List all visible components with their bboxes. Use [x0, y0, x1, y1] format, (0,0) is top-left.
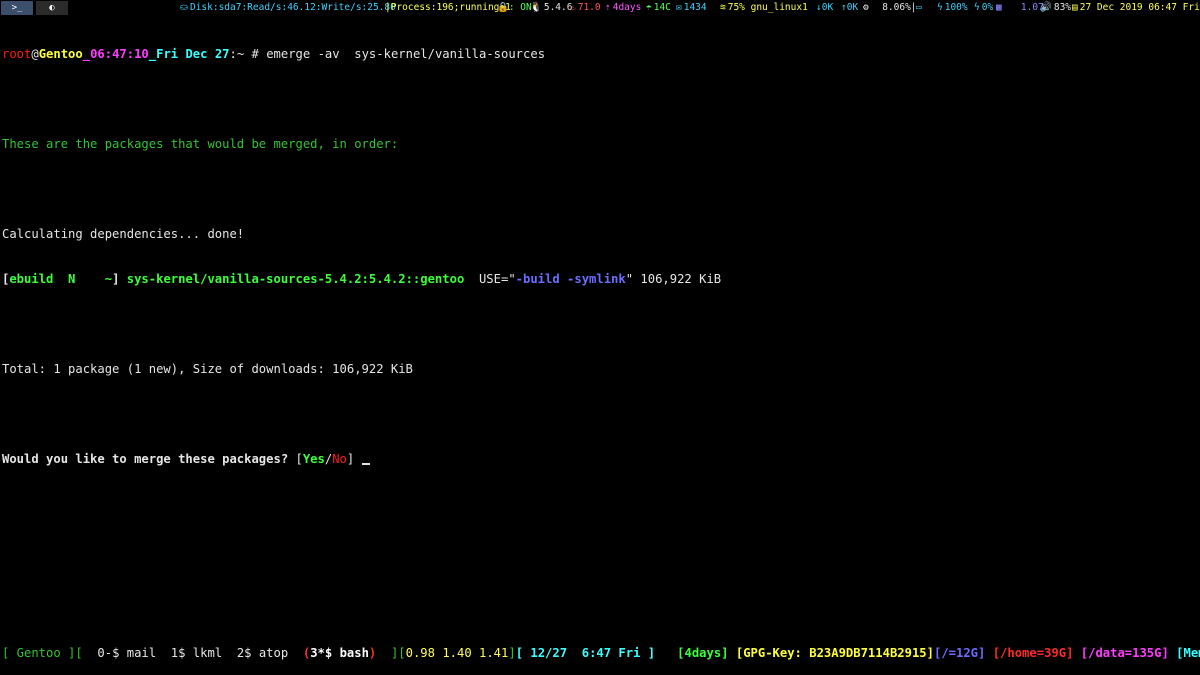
- answer-bracket-open: [: [295, 452, 303, 466]
- cpu-text: 8.06%: [882, 2, 911, 13]
- net-down-widget: ↓0K: [816, 0, 833, 16]
- package-line: [ebuild N ~] sys-kernel/vanilla-sources-…: [2, 272, 1198, 287]
- load-sep-close: ]: [508, 646, 516, 660]
- clock-widget: ▤ 27 Dec 2019 06:47 Fri: [1072, 0, 1200, 16]
- lightning-icon: ϟ: [974, 2, 980, 13]
- chip-icon: ▩: [996, 2, 1002, 13]
- shell-prompt-line: root@Gentoo_06:47:10_Fri Dec 27:~ # emer…: [2, 47, 1198, 62]
- mail-widget: ✉ 1434: [676, 0, 707, 16]
- flame-icon: ♨: [570, 2, 576, 13]
- prompt-command: emerge -av sys-kernel/vanilla-sources: [266, 47, 546, 61]
- calculating-line: Calculating dependencies... done!: [2, 227, 245, 241]
- window-tab-lkml[interactable]: 1$ lkml: [171, 646, 237, 660]
- merge-header: These are the packages that would be mer…: [2, 137, 399, 151]
- uptime-widget: ⇡ 4days: [605, 0, 641, 16]
- total-line: Total: 1 package (1 new), Size of downlo…: [2, 362, 413, 376]
- mem-block: [Mem:4.6G]: [1176, 646, 1200, 660]
- gpg-key-block: [GPG-Key: B23A9DB7114B2915]: [735, 646, 934, 660]
- top-status-bar: >_ ◐ ⛀ Disk:sda7:Read/s:46.12:Write/s:25.…: [0, 0, 1200, 16]
- uptime-text: 4days: [612, 2, 642, 13]
- question-text: Would you like to merge these packages?: [2, 452, 296, 466]
- browser-icon: ◐: [49, 3, 55, 13]
- battery-level-widget: ϟ 100%: [937, 0, 968, 16]
- prompt-time: _06:47:10: [82, 47, 149, 61]
- linux-icon: 🐧: [530, 2, 542, 13]
- answer-no[interactable]: No: [332, 452, 347, 466]
- package-use-flags: -build -symlink: [515, 272, 626, 286]
- weather-widget: ☂ 14C: [646, 0, 671, 16]
- weather-text: 14C: [653, 2, 671, 13]
- prompt-user: root: [2, 47, 32, 61]
- datetime-text: 27 Dec 2019 06:47 Fri: [1079, 2, 1200, 13]
- load-avg-1: 0.98: [405, 646, 435, 660]
- kernel-widget: 🐧 5.4.6: [530, 0, 572, 16]
- home-fs-block: [/home=39G]: [992, 646, 1074, 660]
- arrow-up-icon: ⇡: [605, 2, 611, 13]
- mail-icon: ✉: [676, 2, 682, 13]
- wifi-widget: ≋ 75% gnu_linux1: [720, 0, 808, 16]
- load-avg-rest: 1.40 1.41: [434, 646, 509, 660]
- package-atom: sys-kernel/vanilla-sources-5.4.2:5.4.2::…: [119, 272, 465, 286]
- answer-yes[interactable]: Yes: [303, 452, 325, 466]
- workspace-tag-terminal[interactable]: >_: [1, 1, 33, 15]
- wifi-icon: ≋: [720, 2, 726, 13]
- volume-widget: 🔊 83%: [1040, 0, 1071, 16]
- gear-icon: ⚙: [863, 2, 869, 13]
- vpn-text: : ON: [508, 2, 532, 13]
- charge-text: 0%: [981, 2, 994, 13]
- uptime-bracket-text: [4days]: [677, 646, 729, 660]
- disk-icon: ⛀: [180, 2, 188, 13]
- temperature-widget: ♨ 71.0: [570, 0, 601, 16]
- window-tab-bash[interactable]: 3*$ bash: [310, 646, 369, 660]
- date-block: [ 12/27 6:47 Fri ]: [515, 646, 656, 660]
- kernel-text: 5.4.6: [543, 2, 573, 13]
- prompt-host: Gentoo: [38, 47, 83, 61]
- battery-icon: ▭: [916, 2, 922, 13]
- load-sep-open: ][: [376, 646, 406, 660]
- package-use-suffix: " 106,922 KiB: [625, 272, 722, 286]
- package-use-prefix: USE=": [464, 272, 516, 286]
- package-kind: ebuild N ~: [9, 272, 113, 286]
- prompt-day: _Fri Dec 27: [148, 47, 230, 61]
- volume-text: 83%: [1053, 2, 1072, 13]
- window-tab-atop[interactable]: 2$ atop: [237, 646, 303, 660]
- net-down-text: 0K: [821, 2, 834, 13]
- terminal-icon: >_: [11, 3, 23, 13]
- prompt-symbol: #: [244, 47, 267, 61]
- prompt-at: @: [31, 47, 39, 61]
- net-up-widget: ↑0K: [841, 0, 858, 16]
- cpu-widget: ⚙ 8.06%|: [863, 2, 917, 13]
- wifi-text: 75% gnu_linux1: [727, 2, 808, 13]
- speaker-icon: 🔊: [1040, 2, 1052, 13]
- text-cursor[interactable]: [361, 463, 370, 465]
- terminal-window[interactable]: root@Gentoo_06:47:10_Fri Dec 27:~ # emer…: [2, 17, 1198, 482]
- root-fs-block: [/=12G]: [933, 646, 986, 660]
- calendar-icon: ▤: [1072, 2, 1078, 13]
- net-up-text: 0K: [846, 2, 859, 13]
- answer-bracket-close: ]: [346, 452, 355, 466]
- lock-icon: 🔒: [497, 2, 509, 13]
- question-line: Would you like to merge these packages? …: [2, 452, 1198, 467]
- screen-status-bar: [ Gentoo ][ 0-$ mail 1$ lkml 2$ atop (3*…: [2, 645, 1200, 661]
- prompt-path: :~: [229, 47, 245, 61]
- mail-text: 1434: [683, 2, 707, 13]
- window-tab-mail[interactable]: 0-$ mail: [83, 646, 171, 660]
- process-text: Process:196;running:1: [390, 2, 511, 13]
- vpn-widget: 🔒: ON: [497, 0, 532, 16]
- charge-widget: ϟ 0%: [974, 0, 993, 16]
- lightning-icon: ϟ: [937, 2, 943, 13]
- temperature-text: 71.0: [577, 2, 601, 13]
- process-widget: |Process:196;running:1: [385, 2, 511, 13]
- disk-text: Disk:sda7:Read/s:46.12:Write/s:25.80: [189, 2, 396, 13]
- disk-widget: ⛀ Disk:sda7:Read/s:46.12:Write/s:25.80: [180, 0, 396, 16]
- load-widget: ▩ 1.07: [996, 0, 1044, 16]
- umbrella-icon: ☂: [646, 2, 652, 13]
- battery-widget: ▭: [916, 0, 924, 16]
- workspace-tag-browser[interactable]: ◐: [36, 1, 68, 15]
- data-fs-block: [/data=135G]: [1080, 646, 1169, 660]
- session-name[interactable]: [ Gentoo ][: [2, 646, 83, 660]
- battery-text: 100%: [944, 2, 968, 13]
